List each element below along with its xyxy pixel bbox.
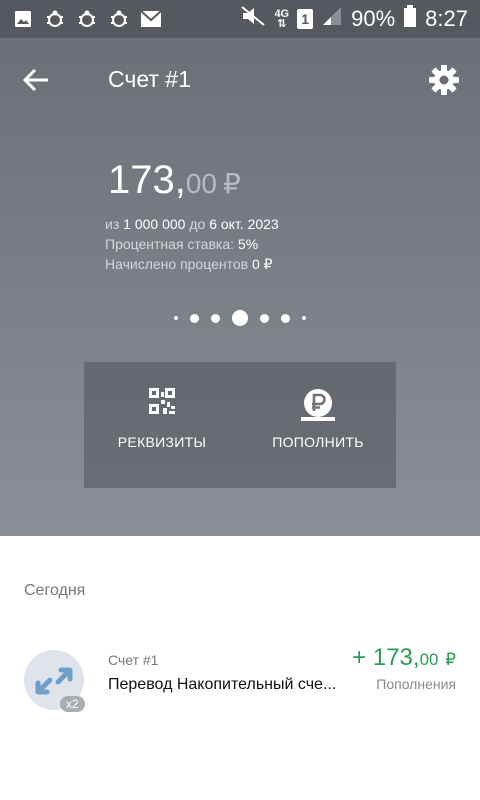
date-section-label: Сегодня	[24, 582, 86, 599]
account-info: из 1 000 000 до 6 окт. 2023 Процентная с…	[105, 214, 279, 274]
mute-icon	[240, 5, 266, 33]
page-indicator[interactable]	[0, 310, 480, 326]
image-icon	[12, 8, 34, 30]
ruble-coin-icon	[300, 388, 336, 427]
battery-percent: 90%	[351, 6, 396, 31]
sim-indicator: 1	[297, 9, 314, 29]
mail-icon	[140, 8, 162, 30]
app-bar: Счет #1	[0, 38, 480, 122]
qr-code-icon	[149, 388, 175, 419]
account-header: Счет #1 173,00 ₽ из 1 000 000 до 6 окт. …	[0, 38, 480, 536]
notification-icons	[0, 8, 162, 30]
goal-line: из 1 000 000 до 6 окт. 2023	[105, 216, 279, 232]
list-item[interactable]: x2 Счет #1 Перевод Накопительный сче... …	[0, 640, 480, 720]
interest-line: Начислено процентов 0 ₽	[105, 256, 273, 272]
page-dot[interactable]	[174, 316, 178, 320]
page-dot[interactable]	[190, 313, 199, 323]
bug-icon	[44, 8, 66, 30]
tx-account: Счет #1	[108, 652, 159, 668]
page-dot[interactable]	[302, 316, 306, 320]
tx-type: Пополнения	[376, 676, 456, 692]
rate-value: 5%	[237, 236, 259, 252]
bug-icon	[76, 8, 98, 30]
status-bar: 4G ⇅ 1 90% 8:27	[0, 0, 480, 38]
signal-icon	[321, 6, 343, 32]
actions-panel: РЕКВИЗИТЫ ПОПОЛНИТЬ	[84, 362, 396, 488]
goal-date: 6 окт. 2023	[209, 216, 279, 232]
system-icons: 4G ⇅ 1 90% 8:27	[240, 5, 480, 33]
page-title: Счет #1	[108, 66, 191, 92]
tx-title: Перевод Накопительный сче...	[108, 676, 337, 693]
interest-value: 0 ₽	[251, 256, 273, 272]
balance-cents: 00	[185, 168, 218, 199]
battery-icon	[403, 5, 417, 33]
network-type: 4G ⇅	[274, 8, 290, 30]
repeat-count-badge: x2	[60, 696, 85, 712]
page-dot[interactable]	[281, 313, 290, 323]
rate-line: Процентная ставка: 5%	[105, 236, 259, 252]
balance-amount: 173,00 ₽	[108, 158, 241, 203]
balance-main: 173,	[108, 158, 186, 202]
goal-amount: 1 000 000	[123, 216, 186, 232]
topup-button[interactable]: ПОПОЛНИТЬ	[240, 362, 396, 488]
gear-icon[interactable]	[428, 64, 460, 96]
bug-icon	[108, 8, 130, 30]
balance-currency: ₽	[223, 168, 241, 199]
tx-amount: + 173,00 ₽	[352, 644, 456, 671]
details-label: РЕКВИЗИТЫ	[117, 434, 207, 450]
page-dot[interactable]	[260, 313, 269, 323]
page-dot[interactable]	[211, 313, 220, 323]
details-button[interactable]: РЕКВИЗИТЫ	[84, 362, 240, 488]
back-arrow-icon[interactable]	[22, 66, 50, 94]
topup-label: ПОПОЛНИТЬ	[272, 434, 364, 450]
page-dot-active[interactable]	[232, 310, 248, 326]
clock: 8:27	[425, 6, 468, 31]
